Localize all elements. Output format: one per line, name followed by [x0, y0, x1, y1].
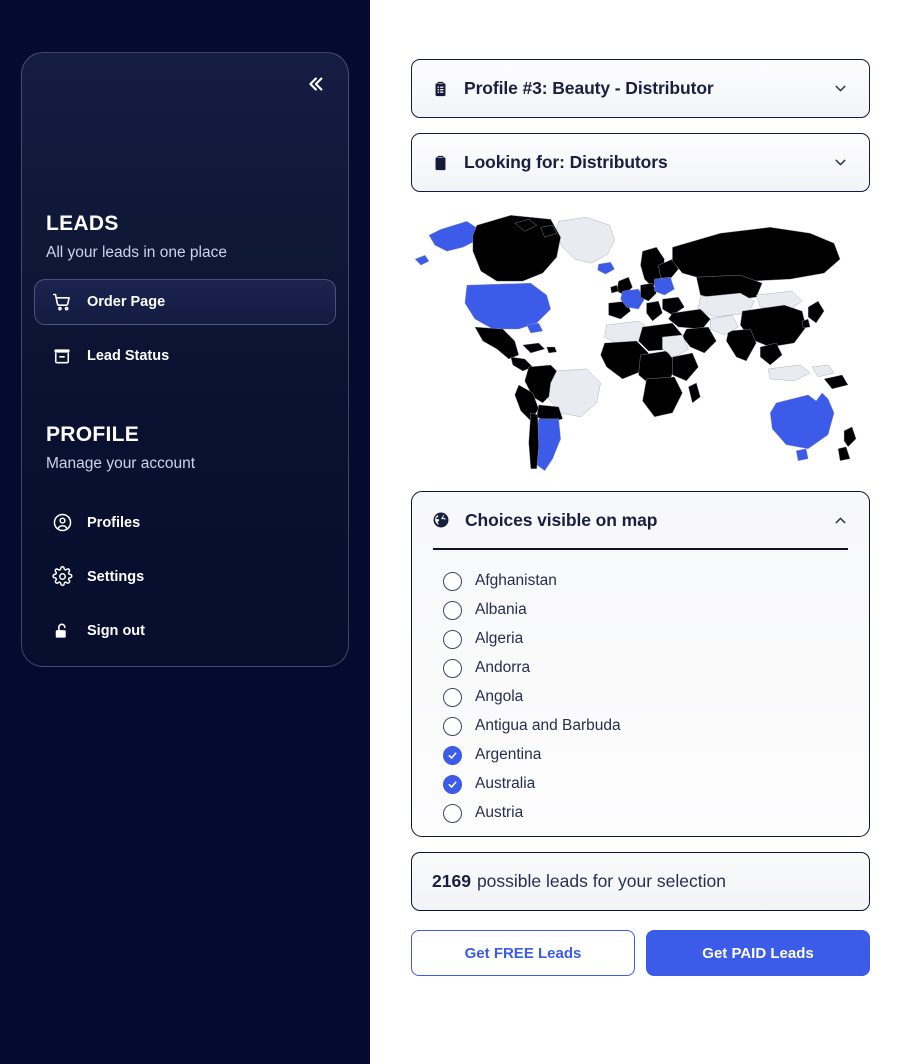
- choice-label: Albania: [475, 601, 527, 619]
- sidebar-item-settings[interactable]: Settings: [34, 554, 336, 600]
- checkbox[interactable]: [443, 746, 462, 765]
- choices-list[interactable]: Afghanistan Albania Algeria Andorra Ango…: [412, 550, 869, 828]
- choices-panel-title: Choices visible on map: [465, 510, 832, 531]
- choice-label: Afghanistan: [475, 572, 557, 590]
- world-map[interactable]: [411, 207, 870, 481]
- choice-label: Antigua and Barbuda: [475, 717, 621, 735]
- sidebar-section-leads: LEADS All your leads in one place: [22, 213, 348, 263]
- sidebar-item-label: Lead Status: [87, 348, 169, 364]
- choice-option[interactable]: Angola: [412, 683, 869, 712]
- sidebar-item-sign-out[interactable]: Sign out: [34, 608, 336, 654]
- sidebar-card: LEADS All your leads in one place Order …: [21, 52, 349, 667]
- choice-label: Australia: [475, 775, 535, 793]
- get-free-leads-button[interactable]: Get FREE Leads: [411, 930, 635, 976]
- checkbox[interactable]: [443, 601, 462, 620]
- checkbox[interactable]: [443, 572, 462, 591]
- chevron-up-icon[interactable]: [832, 512, 849, 529]
- chevron-double-left-icon[interactable]: [298, 67, 332, 101]
- sidebar-item-order-page[interactable]: Order Page: [34, 279, 336, 325]
- sidebar-item-label: Settings: [87, 569, 144, 585]
- accordion-looking-for[interactable]: Looking for: Distributors: [411, 133, 870, 192]
- checkbox[interactable]: [443, 804, 462, 823]
- checkbox[interactable]: [443, 775, 462, 794]
- sidebar-nav-profile: Profiles Settings: [22, 500, 348, 654]
- choice-label: Andorra: [475, 659, 530, 677]
- choice-label: Algeria: [475, 630, 523, 648]
- sidebar-section-title: PROFILE: [46, 424, 324, 445]
- sidebar-section-subtitle: Manage your account: [46, 455, 324, 474]
- action-buttons: Get FREE Leads Get PAID Leads: [411, 930, 870, 976]
- gear-icon: [51, 566, 73, 588]
- accordion-label: Profile #3: Beauty - Distributor: [464, 78, 832, 99]
- sidebar: LEADS All your leads in one place Order …: [0, 0, 370, 1064]
- sidebar-section-title: LEADS: [46, 213, 324, 234]
- leads-summary-text: possible leads for your selection: [477, 871, 726, 892]
- choice-option[interactable]: Argentina: [412, 741, 869, 770]
- chevron-down-icon[interactable]: [832, 154, 849, 171]
- sidebar-item-label: Sign out: [87, 623, 145, 639]
- user-circle-icon: [51, 512, 73, 534]
- checkbox[interactable]: [443, 659, 462, 678]
- leads-count: 2169: [432, 871, 471, 892]
- checkbox[interactable]: [443, 630, 462, 649]
- sidebar-nav-leads: Order Page Lead Status: [22, 279, 348, 379]
- get-paid-leads-button[interactable]: Get PAID Leads: [646, 930, 870, 976]
- archive-box-icon: [51, 345, 73, 367]
- choice-option[interactable]: Antigua and Barbuda: [412, 712, 869, 741]
- choice-label: Austria: [475, 804, 523, 822]
- shopping-cart-icon: [51, 291, 73, 313]
- checkbox[interactable]: [443, 717, 462, 736]
- choice-option[interactable]: Albania: [412, 596, 869, 625]
- choices-panel: Choices visible on map Afghanistan Alban…: [411, 491, 870, 837]
- main-content: Profile #3: Beauty - Distributor Looking…: [370, 0, 900, 1064]
- choice-option[interactable]: Australia: [412, 770, 869, 799]
- checkbox[interactable]: [443, 688, 462, 707]
- leads-summary: 2169 possible leads for your selection: [411, 852, 870, 911]
- unlock-icon: [51, 620, 73, 642]
- accordion-label: Looking for: Distributors: [464, 152, 832, 173]
- choice-option[interactable]: Andorra: [412, 654, 869, 683]
- globe-icon: [431, 510, 451, 530]
- choice-option[interactable]: Afghanistan: [412, 567, 869, 596]
- accordion-profile-selector[interactable]: Profile #3: Beauty - Distributor: [411, 59, 870, 118]
- choice-option[interactable]: Austria: [412, 799, 869, 828]
- app-root: LEADS All your leads in one place Order …: [0, 0, 900, 1064]
- sidebar-item-label: Profiles: [87, 515, 140, 531]
- choice-option[interactable]: Algeria: [412, 625, 869, 654]
- clipboard-icon: [430, 153, 450, 173]
- chevron-down-icon[interactable]: [832, 80, 849, 97]
- sidebar-section-subtitle: All your leads in one place: [46, 244, 324, 263]
- choices-panel-header[interactable]: Choices visible on map: [412, 492, 869, 548]
- sidebar-item-label: Order Page: [87, 294, 165, 310]
- sidebar-item-profiles[interactable]: Profiles: [34, 500, 336, 546]
- sidebar-section-profile: PROFILE Manage your account: [22, 424, 348, 474]
- choice-label: Argentina: [475, 746, 541, 764]
- choice-label: Angola: [475, 688, 523, 706]
- sidebar-item-lead-status[interactable]: Lead Status: [34, 333, 336, 379]
- clipboard-list-icon: [430, 79, 450, 99]
